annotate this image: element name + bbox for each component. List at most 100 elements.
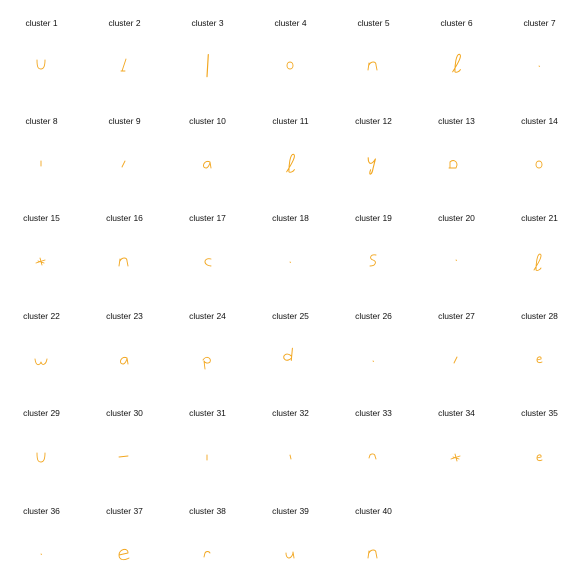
handwritten-glyph: [36, 59, 46, 70]
glyph-stroke: [118, 548, 130, 560]
glyph-stroke: [283, 347, 293, 361]
glyph-stroke: [535, 160, 543, 168]
cluster-title: cluster 2: [108, 18, 141, 28]
glyph-stroke: [285, 551, 295, 558]
cluster-title: cluster 26: [355, 310, 392, 321]
handwritten-glyph: [289, 261, 292, 263]
glyph-stroke: [203, 550, 211, 557]
glyph-stroke: [203, 160, 212, 168]
cluster-title: cluster 9: [108, 115, 141, 126]
glyph-stroke: [36, 59, 46, 70]
handwritten-glyph: [118, 548, 130, 560]
glyph-stroke: [289, 454, 292, 460]
handwritten-glyph: [453, 356, 458, 363]
cluster-panel-30: cluster 30: [83, 391, 166, 487]
cluster-panel-28: cluster 28: [498, 294, 580, 390]
cluster-panel-7: cluster 7: [498, 1, 580, 97]
glyph-stroke: [452, 53, 461, 73]
handwritten-glyph: [452, 53, 461, 73]
cluster-title: cluster 4: [274, 18, 307, 28]
handwritten-glyph: [203, 160, 212, 168]
cluster-panel-22: cluster 22: [0, 294, 83, 390]
handwritten-glyph: [367, 156, 376, 175]
cluster-panel-34: cluster 34: [415, 391, 498, 487]
cluster-panel-15: cluster 15: [0, 196, 83, 292]
cluster-panel-6: cluster 6: [415, 1, 498, 97]
cluster-title: cluster 20: [438, 213, 475, 223]
handwritten-glyph: [202, 356, 211, 369]
cluster-panel-24: cluster 24: [166, 294, 249, 390]
cluster-panel-4: cluster 4: [249, 1, 332, 97]
handwritten-glyph: [34, 358, 48, 365]
handwritten-glyph: [40, 160, 42, 166]
handwritten-glyph: [286, 153, 295, 173]
glyph-stroke: [34, 358, 48, 365]
cluster-title: cluster 22: [23, 310, 60, 321]
cluster-title: cluster 14: [521, 115, 558, 126]
cluster-title: cluster 25: [272, 310, 309, 321]
cluster-title: cluster 40: [355, 505, 392, 516]
cluster-panel-3: cluster 3: [166, 1, 249, 97]
glyph-stroke: [286, 61, 294, 70]
cluster-title: cluster 33: [355, 408, 392, 418]
cluster-panel-29: cluster 29: [0, 391, 83, 487]
glyph-stroke: [204, 258, 212, 267]
glyph-stroke: [367, 61, 378, 71]
cluster-title: cluster 37: [106, 505, 143, 516]
handwritten-glyph: [535, 160, 543, 168]
cluster-panel-11: cluster 11: [249, 99, 332, 195]
handwritten-glyph: [120, 58, 127, 72]
glyph-stroke: [118, 257, 129, 267]
cluster-title: cluster 35: [521, 408, 558, 418]
cluster-panel-38: cluster 38: [166, 489, 249, 585]
cluster-title: cluster 11: [272, 115, 309, 126]
glyph-stroke: [453, 356, 458, 363]
cluster-title: cluster 27: [438, 310, 475, 321]
cluster-title: cluster 23: [106, 310, 143, 321]
cluster-title: cluster 39: [272, 505, 309, 516]
handwritten-glyph: [538, 65, 541, 67]
handwritten-glyph: [204, 258, 212, 267]
cluster-title: cluster 24: [189, 310, 226, 321]
glyph-stroke: [536, 355, 543, 363]
cluster-panel-10: cluster 10: [166, 99, 249, 195]
cluster-grid: cluster 1 cluster 2 cluster 3 cluster 4 clus…: [0, 0, 580, 587]
cluster-title: cluster 3: [191, 18, 224, 28]
cluster-panel-5: cluster 5: [332, 1, 415, 97]
glyph-stroke: [286, 153, 295, 173]
handwritten-glyph: [455, 259, 458, 261]
handwritten-glyph: [372, 360, 375, 362]
cluster-panel-17: cluster 17: [166, 196, 249, 292]
glyph-stroke: [369, 254, 377, 267]
cluster-panel-39: cluster 39: [249, 489, 332, 585]
glyph-stroke: [448, 159, 458, 168]
glyph-stroke: [536, 454, 543, 462]
glyph-stroke: [121, 160, 126, 167]
cluster-title: cluster 6: [440, 18, 473, 28]
handwritten-glyph: [286, 61, 294, 70]
cluster-panel-21: cluster 21: [498, 196, 580, 292]
glyph-stroke: [367, 549, 378, 558]
cluster-title: cluster 38: [189, 505, 226, 516]
cluster-panel-19: cluster 19: [332, 196, 415, 292]
handwritten-glyph: [206, 54, 209, 78]
cluster-title: cluster 12: [355, 115, 392, 126]
handwritten-glyph: [121, 160, 126, 167]
handwritten-glyph: [368, 453, 377, 460]
cluster-panel-13: cluster 13: [415, 99, 498, 195]
cluster-title: cluster 7: [523, 18, 556, 28]
handwritten-glyph: [40, 553, 43, 555]
cluster-panel-9: cluster 9: [83, 99, 166, 195]
cluster-title: cluster 29: [23, 408, 60, 418]
handwritten-glyph: [289, 454, 292, 460]
cluster-panel-32: cluster 32: [249, 391, 332, 487]
handwritten-glyph: [206, 454, 208, 461]
handwritten-glyph: [369, 254, 377, 267]
cluster-panel-18: cluster 18: [249, 196, 332, 292]
handwritten-glyph: [450, 453, 461, 462]
cluster-panel-20: cluster 20: [415, 196, 498, 292]
cluster-title: cluster 30: [106, 408, 143, 418]
cluster-title: cluster 13: [438, 115, 475, 126]
cluster-title: cluster 28: [521, 310, 558, 321]
glyph-stroke: [120, 58, 127, 72]
